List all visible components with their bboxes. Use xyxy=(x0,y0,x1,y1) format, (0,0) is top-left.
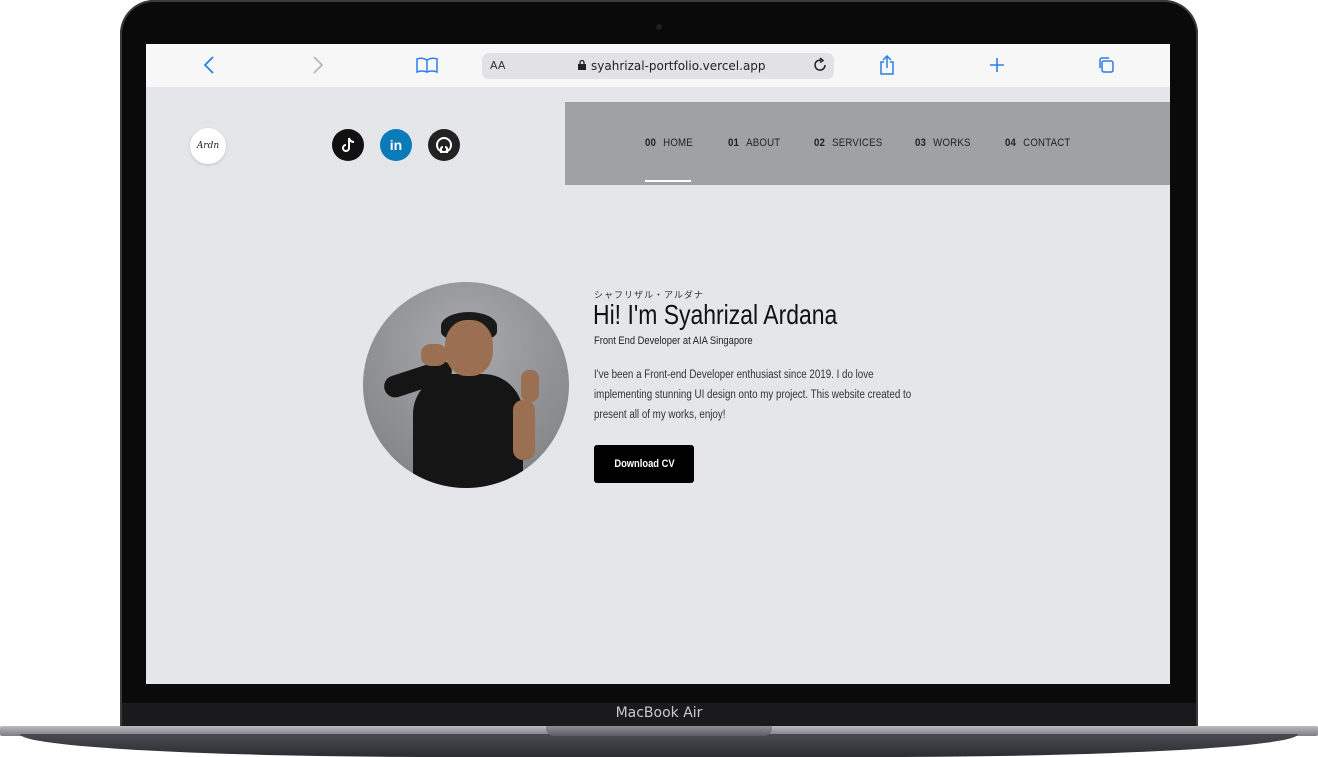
nav-home[interactable]: 00 HOME xyxy=(645,137,693,149)
tiktok-icon xyxy=(342,137,355,152)
github-link[interactable] xyxy=(428,129,460,161)
bookmarks-button[interactable] xyxy=(414,52,440,78)
back-button[interactable] xyxy=(196,52,222,78)
nav-contact[interactable]: 04 CONTACT xyxy=(1005,137,1070,149)
address-bar[interactable]: AA syahrizal-portfolio.vercel.app xyxy=(482,53,834,79)
forward-button[interactable] xyxy=(305,52,331,78)
reload-button[interactable] xyxy=(812,57,828,78)
plus-icon xyxy=(990,58,1004,72)
nav-about[interactable]: 01 ABOUT xyxy=(728,137,780,149)
trackpad-notch xyxy=(546,726,772,736)
hero-subtitle: Front End Developer at AIA Singapore xyxy=(594,335,753,347)
chevron-left-icon xyxy=(203,56,214,74)
linkedin-link[interactable]: in xyxy=(380,129,412,161)
linkedin-icon: in xyxy=(389,137,403,153)
download-cv-button[interactable]: Download CV xyxy=(594,445,694,483)
share-icon xyxy=(880,55,894,75)
device-label: MacBook Air xyxy=(615,705,703,721)
chevron-right-icon xyxy=(313,56,324,74)
github-icon xyxy=(436,137,452,153)
hero-title: Hi! I'm Syahrizal Ardana xyxy=(593,299,838,330)
tabs-button[interactable] xyxy=(1093,52,1119,78)
tabs-icon xyxy=(1099,57,1114,73)
main-nav: 00 HOME 01 ABOUT 02 SERVICES 03 WORKS 04 CONT… xyxy=(565,102,1170,185)
reader-button[interactable]: AA xyxy=(490,59,505,72)
nav-active-indicator xyxy=(645,180,691,182)
screen: AA syahrizal-portfolio.vercel.app Ardn i… xyxy=(146,44,1170,684)
lock-icon xyxy=(578,60,586,70)
reload-icon xyxy=(814,57,826,71)
book-icon xyxy=(416,57,438,73)
browser-toolbar: AA syahrizal-portfolio.vercel.app xyxy=(146,44,1170,87)
laptop-base xyxy=(0,726,1318,757)
nav-services[interactable]: 02 SERVICES xyxy=(814,137,882,149)
camera xyxy=(656,24,662,30)
tiktok-link[interactable] xyxy=(332,129,364,161)
site-logo[interactable]: Ardn xyxy=(190,128,226,164)
new-tab-button[interactable] xyxy=(984,52,1010,78)
profile-photo xyxy=(363,282,569,488)
share-button[interactable] xyxy=(874,52,900,78)
url-text: syahrizal-portfolio.vercel.app xyxy=(591,59,766,73)
hero-description: I've been a Front-end Developer enthusia… xyxy=(594,369,912,421)
nav-works[interactable]: 03 WORKS xyxy=(915,137,971,149)
